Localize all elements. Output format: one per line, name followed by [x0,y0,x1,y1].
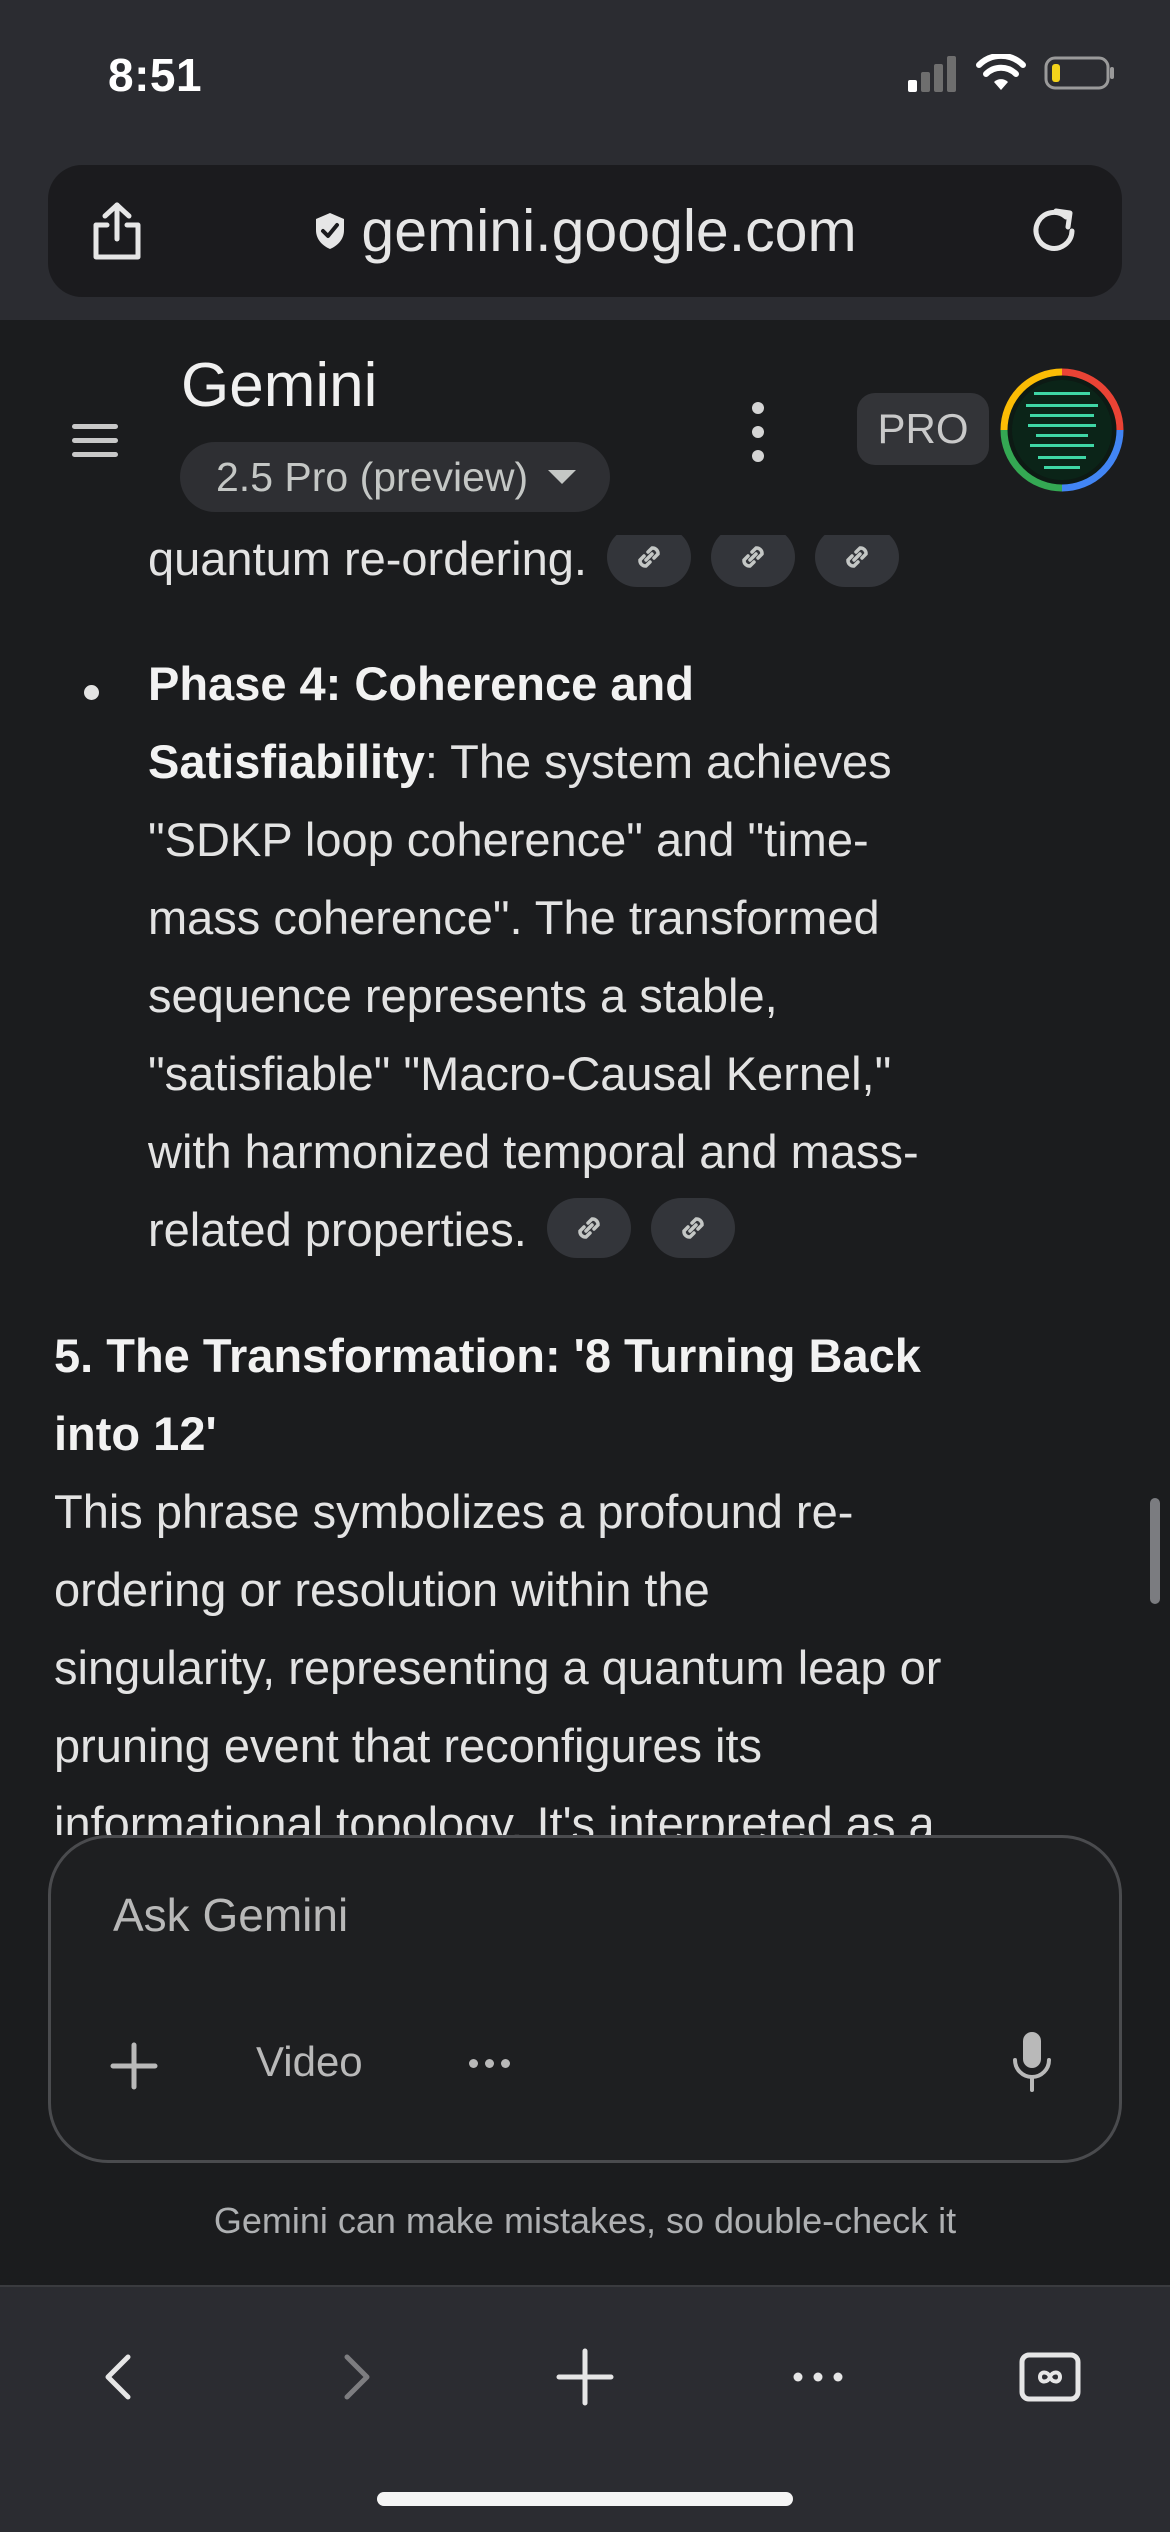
response-line: informational topology. It's interpreted… [54,1797,935,1835]
forward-icon[interactable] [315,2337,395,2417]
more-menu-icon[interactable] [778,2337,858,2417]
prompt-input-box[interactable]: Ask Gemini Video [48,1835,1122,2163]
response-line: Satisfiability: The system achieves [148,735,892,788]
response-line: sequence represents a stable, [148,969,778,1022]
status-icons [908,50,1116,96]
link-icon [742,545,764,568]
phase4-title-line: Phase 4: Coherence and [148,657,694,710]
caret-down-icon [548,470,577,484]
tabs-icon[interactable] [1010,2337,1090,2417]
source-link-chip[interactable] [606,535,691,587]
shield-icon [316,213,345,250]
section-heading: into 12' [54,1407,217,1460]
bullet-point [84,685,99,700]
home-indicator[interactable] [377,2492,793,2506]
signal-icon [908,56,956,92]
new-tab-icon[interactable] [545,2337,625,2417]
response-line: singularity, representing a quantum leap… [54,1641,942,1694]
response-line: pruning event that reconfigures its [54,1719,763,1772]
link-icon [638,545,660,568]
source-link-chip[interactable] [814,535,899,587]
response-line: ordering or resolution within the [54,1563,710,1616]
response-line: quantum re-ordering. [148,535,899,598]
app-header: Gemini 2.5 Pro (preview) PRO [0,320,1170,535]
battery-icon [1044,56,1114,90]
link-icon [682,1216,704,1239]
source-link-chip[interactable] [546,1197,631,1258]
response-line: with harmonized temporal and mass- [148,1125,919,1178]
video-button[interactable]: Video [256,2038,363,2086]
response-line: This phrase symbolizes a profound re- [54,1485,854,1538]
response-content: quantum re-ordering. Phase 4: Coherence … [0,535,1170,1835]
status-time: 8:51 [108,49,203,101]
scrollbar-thumb[interactable] [1150,1498,1160,1604]
wifi-icon [976,54,1026,90]
link-icon [578,1216,600,1239]
prompt-input[interactable]: Ask Gemini [113,1888,348,1942]
url-text[interactable]: gemini.google.com [361,198,856,264]
pro-badge[interactable]: PRO [857,393,989,465]
reload-icon[interactable] [1026,203,1082,259]
add-icon[interactable] [109,2041,159,2091]
address-bar[interactable]: gemini.google.com [48,165,1122,297]
response-line: "SDKP loop coherence" and "time- [148,813,869,866]
response-line: "satisfiable" "Macro-Causal Kernel," [148,1047,892,1100]
link-icon [846,545,868,568]
response-line: related properties. [148,1191,735,1269]
disclaimer-text: Gemini can make mistakes, so double-chec… [213,2200,957,2241]
microphone-icon[interactable] [1007,2028,1057,2098]
response-line: mass coherence". The transformed [148,891,880,944]
source-link-chip[interactable] [710,535,795,587]
browser-top-bar: 8:51 gemini.google.com [0,0,1170,320]
model-selector-label: 2.5 Pro (preview) [216,453,529,500]
more-tools-icon[interactable] [469,2043,519,2083]
app-title: Gemini [181,351,378,420]
more-options-icon[interactable] [748,402,768,462]
avatar[interactable] [1000,368,1124,492]
menu-icon[interactable] [72,424,118,460]
model-selector[interactable]: 2.5 Pro (preview) [180,442,611,512]
source-link-chip[interactable] [650,1197,735,1258]
back-icon[interactable] [80,2337,160,2417]
section-heading: 5. The Transformation: '8 Turning Back [54,1329,921,1382]
